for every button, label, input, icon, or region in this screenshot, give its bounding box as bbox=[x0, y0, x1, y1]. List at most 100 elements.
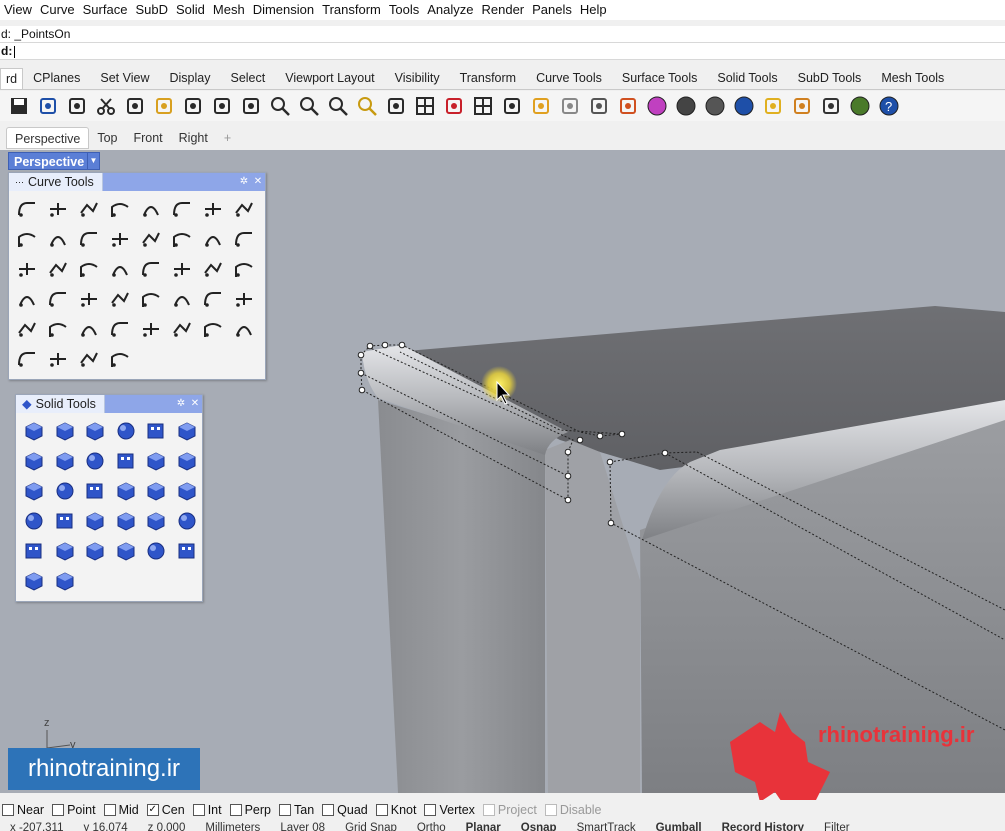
curve-tool-icon[interactable] bbox=[136, 224, 166, 254]
viewport-tab-perspective[interactable]: Perspective bbox=[6, 127, 90, 149]
solid-tool-icon[interactable] bbox=[141, 446, 171, 476]
add-viewport-tab-icon[interactable]: + bbox=[216, 127, 239, 149]
curve-tool-icon[interactable] bbox=[12, 284, 42, 314]
point-icon[interactable] bbox=[499, 93, 525, 119]
four-viewports-icon[interactable] bbox=[412, 93, 438, 119]
osnap-near-checkbox[interactable] bbox=[2, 804, 14, 816]
solid-tool-icon[interactable] bbox=[172, 536, 202, 566]
tab-set-view[interactable]: Set View bbox=[90, 68, 159, 89]
solid-tool-icon[interactable] bbox=[50, 566, 80, 596]
control-point[interactable] bbox=[357, 369, 365, 377]
osnap-int-checkbox[interactable] bbox=[192, 804, 205, 816]
layers-icon[interactable] bbox=[615, 93, 641, 119]
curve-tool-icon[interactable] bbox=[74, 254, 104, 284]
curve-tool-icon[interactable] bbox=[167, 194, 197, 224]
curve-tool-icon[interactable] bbox=[105, 224, 135, 254]
osnap-knot[interactable]: Knot bbox=[375, 803, 416, 817]
status-grid-snap-button[interactable]: Grid Snap bbox=[335, 821, 407, 831]
command-prompt[interactable]: d: bbox=[0, 42, 1005, 60]
globe-icon[interactable] bbox=[847, 93, 873, 119]
control-point[interactable] bbox=[398, 341, 406, 349]
tab-rd[interactable]: rd bbox=[0, 68, 24, 89]
osnap-near[interactable]: Near bbox=[2, 803, 44, 817]
curve-tool-icon[interactable] bbox=[12, 314, 42, 344]
control-point[interactable] bbox=[576, 436, 584, 444]
osnap-tan[interactable]: Tan bbox=[279, 803, 314, 817]
curve-tool-icon[interactable] bbox=[105, 284, 135, 314]
tab-viewport-layout[interactable]: Viewport Layout bbox=[275, 68, 384, 89]
solid-tool-icon[interactable] bbox=[80, 476, 110, 506]
menu-curve[interactable]: Curve bbox=[36, 1, 79, 19]
solid-tool-icon[interactable] bbox=[141, 506, 171, 536]
lamp-icon[interactable] bbox=[760, 93, 786, 119]
help-icon[interactable]: ? bbox=[876, 93, 902, 119]
solid-tool-icon[interactable] bbox=[111, 416, 141, 446]
grid-icon[interactable] bbox=[470, 93, 496, 119]
left-leg-surface[interactable] bbox=[378, 400, 545, 793]
tab-cplanes[interactable]: CPlanes bbox=[23, 68, 90, 89]
curve-tool-icon[interactable] bbox=[229, 194, 259, 224]
status-filter-button[interactable]: Filter bbox=[814, 821, 860, 831]
viewport-title[interactable]: Perspective ▼ bbox=[8, 152, 100, 170]
solid-tool-icon[interactable] bbox=[19, 476, 49, 506]
osnap-vertex[interactable]: Vertex bbox=[424, 803, 475, 817]
control-point[interactable] bbox=[661, 449, 669, 457]
curve-tool-icon[interactable] bbox=[12, 344, 42, 374]
curve-tool-icon[interactable] bbox=[198, 224, 228, 254]
menu-tools[interactable]: Tools bbox=[385, 1, 423, 19]
menu-subd[interactable]: SubD bbox=[131, 1, 172, 19]
solid-tool-icon[interactable] bbox=[19, 416, 49, 446]
curve-tool-icon[interactable] bbox=[12, 194, 42, 224]
lock-icon[interactable] bbox=[586, 93, 612, 119]
zoom-window-icon[interactable] bbox=[296, 93, 322, 119]
status-osnap-button[interactable]: Osnap bbox=[511, 821, 567, 831]
solid-tool-icon[interactable] bbox=[19, 446, 49, 476]
curve-tool-icon[interactable] bbox=[43, 344, 73, 374]
solid-tool-icon[interactable] bbox=[172, 506, 202, 536]
curve-tool-icon[interactable] bbox=[136, 254, 166, 284]
viewport-tab-right[interactable]: Right bbox=[171, 127, 216, 149]
osnap-vertex-checkbox[interactable] bbox=[424, 804, 437, 816]
control-point[interactable] bbox=[357, 351, 365, 359]
material-sphere-icon[interactable] bbox=[702, 93, 728, 119]
zoom-extents-icon[interactable] bbox=[325, 93, 351, 119]
curve-tool-icon[interactable] bbox=[105, 254, 135, 284]
tab-select[interactable]: Select bbox=[220, 68, 275, 89]
rotate-view-icon[interactable] bbox=[383, 93, 409, 119]
control-point[interactable] bbox=[564, 448, 572, 456]
solid-tool-icon[interactable] bbox=[111, 476, 141, 506]
menu-analyze[interactable]: Analyze bbox=[423, 1, 477, 19]
tab-solid-tools[interactable]: Solid Tools bbox=[707, 68, 787, 89]
status-gumball-button[interactable]: Gumball bbox=[646, 821, 712, 831]
dimension-icon[interactable] bbox=[818, 93, 844, 119]
copy-icon[interactable] bbox=[122, 93, 148, 119]
curve-tool-icon[interactable] bbox=[105, 344, 135, 374]
osnap-quad[interactable]: Quad bbox=[322, 803, 368, 817]
panel-settings-icon[interactable]: ✲ bbox=[237, 172, 251, 191]
menu-view[interactable]: View bbox=[0, 1, 36, 19]
osnap-cen-checkbox[interactable]: ✓ bbox=[146, 804, 159, 816]
solid-tool-icon[interactable] bbox=[141, 476, 171, 506]
curve-tool-icon[interactable] bbox=[105, 194, 135, 224]
new-page-icon[interactable] bbox=[64, 93, 90, 119]
osnap-perp[interactable]: Perp bbox=[229, 803, 271, 817]
curve-tool-icon[interactable] bbox=[198, 194, 228, 224]
curve-tool-icon[interactable] bbox=[229, 224, 259, 254]
curve-tool-icon[interactable] bbox=[12, 254, 42, 284]
pan-icon[interactable] bbox=[209, 93, 235, 119]
status-smarttrack-button[interactable]: SmartTrack bbox=[567, 821, 646, 831]
menu-transform[interactable]: Transform bbox=[318, 1, 385, 19]
curve-tool-icon[interactable] bbox=[136, 194, 166, 224]
solid-tool-icon[interactable] bbox=[50, 476, 80, 506]
solid-tool-icon[interactable] bbox=[80, 416, 110, 446]
curve-tool-icon[interactable] bbox=[229, 314, 259, 344]
solid-tool-icon[interactable] bbox=[141, 536, 171, 566]
osnap-mid-checkbox[interactable] bbox=[103, 804, 116, 816]
tab-subd-tools[interactable]: SubD Tools bbox=[788, 68, 872, 89]
solid-tool-icon[interactable] bbox=[172, 416, 202, 446]
zoom-icon[interactable] bbox=[267, 93, 293, 119]
zoom-selected-icon[interactable] bbox=[354, 93, 380, 119]
menu-panels[interactable]: Panels bbox=[528, 1, 576, 19]
curve-tool-icon[interactable] bbox=[74, 344, 104, 374]
control-point[interactable] bbox=[618, 430, 626, 438]
